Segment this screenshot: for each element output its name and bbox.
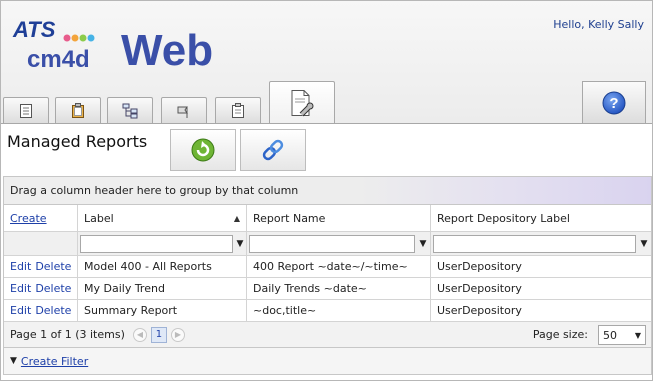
flag-icon	[177, 106, 188, 118]
report-settings-icon	[291, 90, 314, 117]
filter-cell-depository: ▼	[431, 232, 651, 255]
delete-link[interactable]: Delete	[35, 282, 71, 295]
filter-cell-command	[4, 232, 78, 255]
help-button[interactable]: ?	[582, 81, 646, 124]
table-row: Edit Delete My Daily Trend Daily Trends …	[4, 278, 651, 300]
column-header-depository-text: Report Depository Label	[437, 211, 570, 225]
page-title: Managed Reports	[7, 132, 148, 151]
svg-text:ATS: ATS	[12, 17, 56, 42]
chevron-down-icon: ▼	[634, 330, 641, 340]
prev-page-icon[interactable]: ◀	[132, 327, 147, 342]
row-commands: Edit Delete	[4, 278, 78, 299]
page-size-select[interactable]: 50 ▼	[598, 325, 646, 345]
filter-row: ▼ ▼ ▼	[4, 232, 651, 256]
table-row: Edit Delete Model 400 - All Reports 400 …	[4, 256, 651, 278]
tab-hierarchy[interactable]	[107, 97, 153, 124]
cell-label: Model 400 - All Reports	[78, 256, 247, 277]
create-filter-link[interactable]: Create Filter	[21, 355, 88, 368]
refresh-icon	[191, 138, 215, 162]
tab-documents[interactable]	[3, 97, 49, 124]
filter-icon[interactable]: ▼	[639, 239, 649, 249]
create-link[interactable]: Create	[10, 212, 47, 225]
tab-clipboard-list[interactable]	[215, 97, 261, 124]
pager-summary: Page 1 of 1 (3 items)	[10, 328, 125, 341]
filter-icon[interactable]: ▼	[418, 239, 428, 249]
filter-icon: ▼	[10, 356, 17, 366]
link-button[interactable]	[240, 129, 306, 171]
help-icon: ?	[602, 91, 626, 115]
command-column-header: Create	[4, 205, 78, 231]
page-number-button[interactable]: 1	[150, 326, 167, 343]
row-commands: Edit Delete	[4, 256, 78, 277]
header: ATS cm4d Web Hello, Kelly Sally ?	[1, 1, 652, 124]
logo: ATS cm4d Web	[12, 17, 213, 75]
tab-strip-divider	[1, 123, 652, 124]
refresh-button[interactable]	[170, 129, 236, 171]
svg-text:?: ?	[609, 95, 618, 112]
next-page-icon[interactable]: ▶	[170, 327, 185, 342]
column-header-report-name-text: Report Name	[253, 211, 326, 225]
cell-depository: UserDepository	[437, 304, 522, 317]
svg-text:Web: Web	[121, 26, 213, 75]
user-greeting: Hello, Kelly Sally	[553, 18, 644, 31]
edit-link[interactable]: Edit	[10, 260, 31, 273]
page-size-value: 50	[603, 328, 617, 342]
edit-link[interactable]: Edit	[10, 304, 31, 317]
label-filter-input[interactable]	[80, 234, 233, 253]
table-row: Edit Delete Summary Report ~doc,title~ U…	[4, 300, 651, 322]
depository-filter-input[interactable]	[433, 234, 636, 253]
column-header-label[interactable]: Label ▲	[78, 205, 247, 231]
edit-link[interactable]: Edit	[10, 282, 31, 295]
filter-bar: ▼ Create Filter	[4, 348, 651, 374]
clipboard-list-icon	[232, 103, 244, 118]
cell-report-name: 400 Report ~date~/~time~	[247, 256, 431, 277]
cell-report-name: Daily Trends ~date~	[247, 278, 431, 299]
filter-cell-label: ▼	[78, 232, 247, 255]
tab-report-settings[interactable]	[269, 81, 335, 124]
hierarchy-icon	[122, 103, 138, 119]
filter-cell-report-name: ▼	[247, 232, 431, 255]
svg-text:cm4d: cm4d	[27, 46, 90, 73]
column-header-report-name[interactable]: Report Name	[247, 205, 431, 231]
tab-flag[interactable]	[161, 97, 207, 124]
app-window: ATS cm4d Web Hello, Kelly Sally ? Manage…	[0, 0, 653, 381]
clipboard-icon	[72, 103, 84, 118]
column-header-label-text: Label	[84, 211, 114, 225]
cell-report-name: ~doc,title~	[247, 300, 431, 321]
pager: Page 1 of 1 (3 items) ◀ 1 ▶ Page size: 5…	[4, 322, 651, 348]
group-by-panel[interactable]: Drag a column header here to group by th…	[4, 177, 651, 205]
tab-clipboard[interactable]	[55, 97, 101, 124]
row-commands: Edit Delete	[4, 300, 78, 321]
grid-header-row: Create Label ▲ Report Name Report Deposi…	[4, 205, 651, 232]
delete-link[interactable]: Delete	[35, 260, 71, 273]
filter-icon[interactable]: ▼	[236, 239, 244, 249]
sort-ascending-icon: ▲	[233, 213, 240, 223]
link-icon	[262, 139, 284, 161]
document-icon	[20, 104, 32, 118]
delete-link[interactable]: Delete	[35, 304, 71, 317]
reports-grid: Drag a column header here to group by th…	[3, 176, 652, 375]
cell-label: Summary Report	[78, 300, 247, 321]
cell-depository: UserDepository	[437, 260, 522, 273]
report-name-filter-input[interactable]	[249, 234, 415, 253]
cell-depository: UserDepository	[437, 282, 522, 295]
column-header-depository[interactable]: Report Depository Label	[431, 205, 651, 231]
cell-label: My Daily Trend	[78, 278, 247, 299]
page-size-label: Page size:	[532, 328, 588, 341]
